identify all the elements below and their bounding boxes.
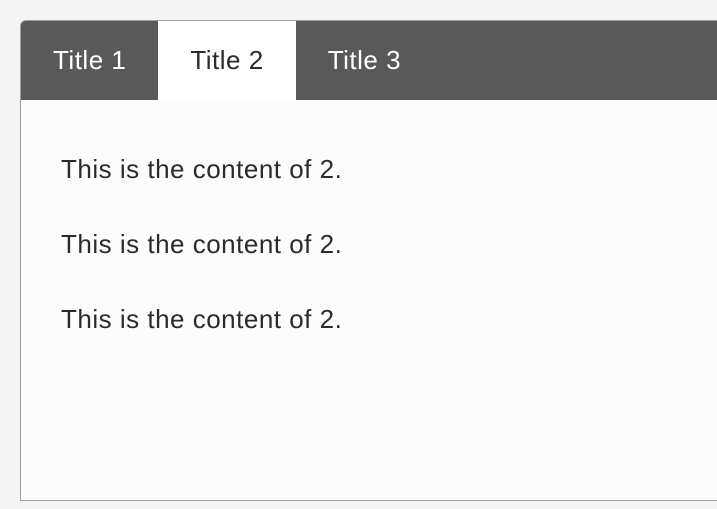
tab-title-1[interactable]: Title 1 bbox=[21, 21, 158, 100]
tab-title-3[interactable]: Title 3 bbox=[296, 21, 433, 100]
tab-container: Title 1 Title 2 Title 3 This is the cont… bbox=[20, 20, 717, 501]
content-line: This is the content of 2. bbox=[61, 229, 680, 260]
content-line: This is the content of 2. bbox=[61, 304, 680, 335]
tab-panel: This is the content of 2. This is the co… bbox=[21, 100, 717, 500]
content-line: This is the content of 2. bbox=[61, 154, 680, 185]
tab-bar: Title 1 Title 2 Title 3 bbox=[21, 21, 717, 100]
tab-title-2[interactable]: Title 2 bbox=[158, 21, 295, 100]
